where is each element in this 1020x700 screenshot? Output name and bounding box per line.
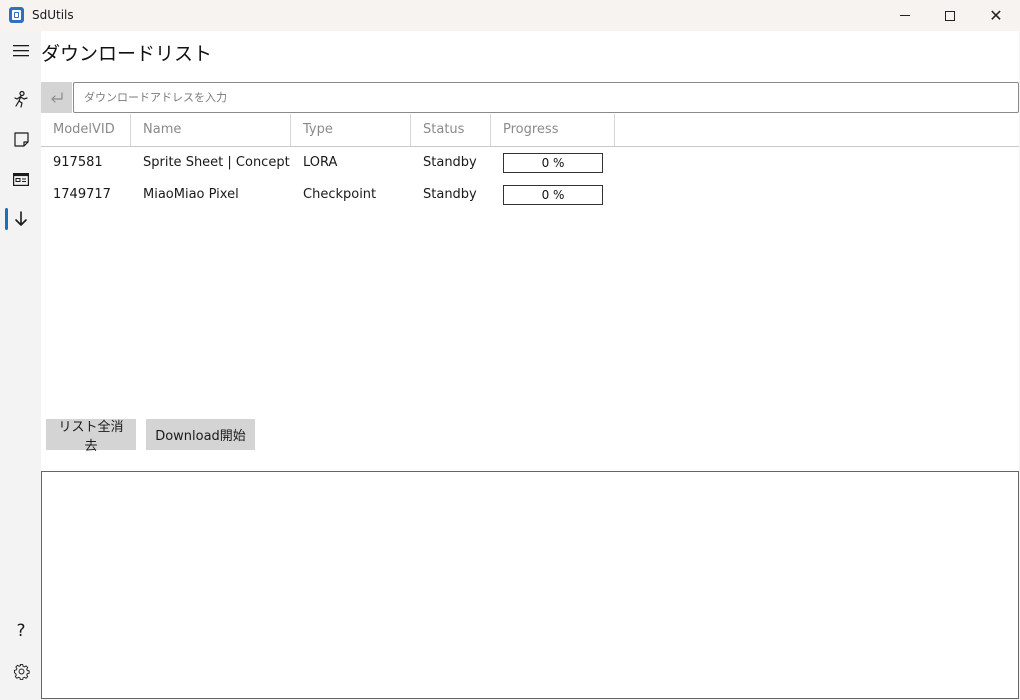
- clear-list-button[interactable]: リスト全消去: [46, 419, 136, 454]
- url-row: [41, 82, 1019, 114]
- column-header-progress[interactable]: Progress: [491, 114, 615, 146]
- maximize-icon: [945, 10, 955, 21]
- cell-name: Sprite Sheet | Concept P: [143, 155, 291, 170]
- download-icon: [15, 211, 27, 226]
- maximize-button[interactable]: [927, 0, 973, 31]
- nav-item-notes[interactable]: [3, 123, 39, 155]
- run-icon: [14, 90, 28, 108]
- title-bar: SdUtils ✕: [0, 0, 1020, 31]
- download-url-input[interactable]: [73, 82, 1019, 113]
- log-output[interactable]: [41, 471, 1019, 699]
- column-header-modelvid[interactable]: ModelVID: [41, 114, 131, 146]
- help-button[interactable]: ?: [3, 615, 39, 647]
- nav-item-cards[interactable]: [3, 163, 39, 195]
- table-header: ModelVID Name Type Status Progress: [41, 114, 1019, 147]
- cell-modelvid: 1749717: [53, 187, 111, 202]
- nav-rail: ?: [0, 31, 41, 699]
- close-button[interactable]: ✕: [973, 0, 1019, 31]
- hamburger-icon: [13, 45, 29, 57]
- app-title: SdUtils: [32, 8, 74, 22]
- submit-url-button[interactable]: [41, 82, 72, 113]
- table-row[interactable]: 1749717 MiaoMiao Pixel Checkpoint Standb…: [41, 179, 1019, 211]
- start-download-button[interactable]: Download開始: [146, 419, 255, 450]
- close-icon: ✕: [989, 6, 1003, 25]
- hamburger-menu-button[interactable]: [3, 35, 39, 67]
- progress-text: 0 %: [541, 188, 565, 202]
- page-title: ダウンロードリスト: [41, 43, 213, 65]
- progress-text: 0 %: [541, 156, 565, 170]
- settings-icon: [13, 663, 30, 680]
- minimize-button[interactable]: [882, 0, 928, 31]
- cell-modelvid: 917581: [53, 155, 103, 170]
- enter-icon: [50, 91, 63, 103]
- help-icon: ?: [16, 621, 26, 641]
- content-area: ダウンロードリスト ModelVID Name Type Status Prog…: [41, 31, 1019, 699]
- column-header-name[interactable]: Name: [131, 114, 291, 146]
- app-icon: [9, 7, 24, 23]
- progress-bar: 0 %: [503, 153, 603, 173]
- cell-name: MiaoMiao Pixel: [143, 187, 239, 202]
- table-row[interactable]: 917581 Sprite Sheet | Concept P LORA Sta…: [41, 147, 1019, 179]
- minimize-icon: [900, 15, 910, 16]
- cell-status: Standby: [423, 155, 477, 170]
- column-header-type[interactable]: Type: [291, 114, 411, 146]
- column-header-status[interactable]: Status: [411, 114, 491, 146]
- cell-status: Standby: [423, 187, 477, 202]
- settings-button[interactable]: [3, 655, 39, 687]
- cell-type: LORA: [303, 155, 338, 170]
- progress-bar: 0 %: [503, 185, 603, 205]
- cell-type: Checkpoint: [303, 187, 377, 202]
- note-icon: [13, 131, 29, 147]
- nav-item-run[interactable]: [3, 83, 39, 115]
- nav-item-download[interactable]: [3, 203, 39, 235]
- card-icon: [13, 172, 29, 186]
